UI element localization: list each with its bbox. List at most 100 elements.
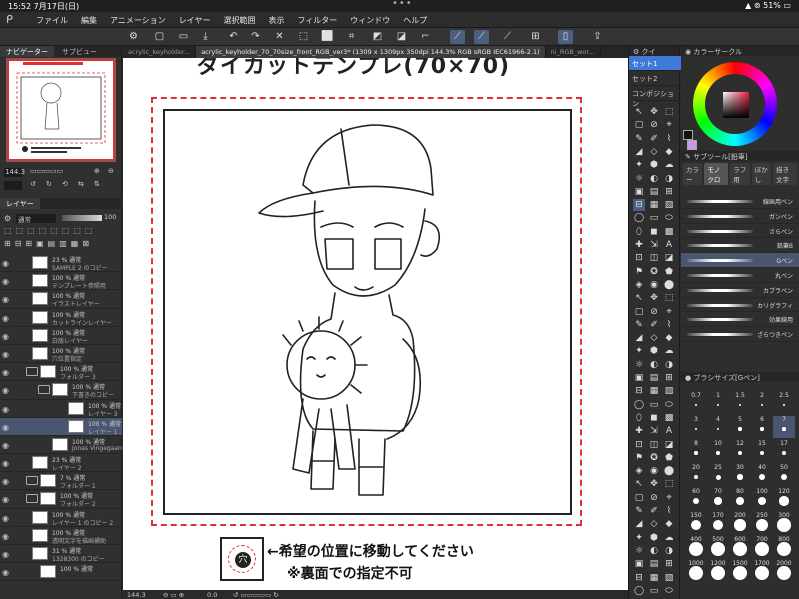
tool-icon[interactable]: ◢ [633, 146, 645, 158]
hand-icon[interactable]: ⊞ [528, 30, 543, 44]
brush-size-cell[interactable]: 1200 [707, 560, 729, 582]
zoom-in-icon[interactable]: ⊕ [94, 167, 100, 175]
brush-size-cell[interactable]: 600 [729, 536, 751, 558]
tool-icon[interactable]: ✚ [633, 239, 645, 251]
visibility-eye-icon[interactable]: ◉ [2, 332, 9, 341]
tool-icon[interactable]: A [663, 425, 675, 437]
menu-item[interactable]: ファイル [36, 15, 68, 26]
tool-icon[interactable]: ◆ [663, 518, 675, 530]
multitask-dots[interactable]: ••• [392, 0, 413, 9]
app-settings-icon[interactable]: ⚙ [126, 30, 141, 44]
layer-row[interactable]: ◉ 100 % 通常 イラストレイヤー [0, 290, 122, 309]
saturation-value-square[interactable] [723, 92, 749, 118]
layer-row[interactable]: ◉ 100 % 通常 [0, 563, 122, 582]
brush-size-cell[interactable]: 12 [729, 440, 751, 462]
tool-icon[interactable]: ✪ [648, 266, 660, 278]
undo-icon[interactable]: ↶ [226, 30, 241, 44]
tool-icon[interactable]: ◇ [648, 518, 660, 530]
tool-icon[interactable]: ◯ [633, 585, 645, 597]
tool-icon[interactable]: ◈ [633, 279, 645, 291]
brush-size-cell[interactable]: 15 [751, 440, 773, 462]
brush-size-cell[interactable]: 6 [751, 416, 773, 438]
brush-row[interactable]: 鉛筆B [681, 238, 799, 254]
hole-position-marker[interactable]: 穴 [220, 537, 264, 581]
tool-icon[interactable]: ◼ [648, 226, 660, 238]
tool-icon[interactable]: ☼ [633, 545, 645, 557]
brush-row[interactable]: 線画用ペン [681, 194, 799, 209]
brush-size-cell[interactable]: 20 [685, 464, 707, 486]
tab-subview[interactable]: サブビュー [56, 46, 103, 57]
rotate-right-icon[interactable]: ↻ [46, 180, 52, 188]
visibility-eye-icon[interactable]: ◉ [2, 386, 9, 395]
angle-field[interactable] [4, 181, 22, 190]
tool-icon[interactable]: ◉ [648, 279, 660, 291]
tool-icon[interactable]: ◐ [648, 359, 660, 371]
tool-icon[interactable]: ▭ [648, 212, 660, 224]
layer-row[interactable]: ◉ 31 % 通常 1328300 のコピー [0, 545, 122, 564]
tool-icon[interactable]: ✎ [633, 505, 645, 517]
tool-icon[interactable]: ⇲ [648, 239, 660, 251]
brush-size-cell[interactable]: 80 [729, 488, 751, 510]
visibility-eye-icon[interactable]: ◉ [2, 423, 9, 432]
tool-icon[interactable]: ⊟ [633, 385, 645, 397]
tool-icon[interactable]: ◇ [648, 332, 660, 344]
tool-icon[interactable]: ◑ [663, 545, 675, 557]
tool-icon[interactable]: ▩ [663, 226, 675, 238]
tool-icon[interactable]: ◑ [663, 359, 675, 371]
tool-icon[interactable]: ◯ [633, 212, 645, 224]
tone-icon[interactable]: ◪ [394, 30, 409, 44]
tool-icon[interactable]: ◼ [648, 412, 660, 424]
tool-icon[interactable]: ⬢ [648, 159, 660, 171]
transform-icon[interactable]: ⬚ [296, 30, 311, 44]
layer-row[interactable]: ◉ 100 % 通常 透明文字を描画補助 [0, 527, 122, 545]
tool-icon[interactable]: ▤ [648, 186, 660, 198]
tool-icon[interactable]: ✥ [648, 106, 660, 118]
status-angle[interactable]: 0.0 [207, 591, 217, 599]
visibility-eye-icon[interactable]: ◉ [2, 459, 9, 468]
brush-size-cell[interactable]: 200 [729, 512, 751, 534]
tool-icon[interactable]: ⊘ [648, 119, 660, 131]
status-rotate-controls[interactable]: ↺ ▭▭▭▭▭ ↻ [233, 591, 279, 599]
brush-size-cell[interactable]: 7 [773, 416, 795, 438]
brush-size-cell[interactable]: 5 [729, 416, 751, 438]
brush-size-cell[interactable]: 8 [685, 440, 707, 462]
visibility-eye-icon[interactable]: ◉ [2, 495, 9, 504]
zoom-field[interactable]: 144.3 [4, 168, 25, 177]
status-zoom-controls[interactable]: ⊖ ▭ ⊕ [163, 591, 184, 599]
tool-icon[interactable]: ◯ [633, 399, 645, 411]
layer-lock-icons[interactable]: ⬚⬚⬚⬚⬚⬚⬚⬚ [4, 226, 96, 235]
tool-icon[interactable]: ▢ [633, 119, 645, 131]
zoom-slider[interactable]: ▭▭▭▭▭ [30, 167, 63, 175]
status-zoom[interactable]: 144.3 [127, 591, 146, 599]
tool-icon[interactable]: ⬟ [663, 452, 675, 464]
tool-icon[interactable]: ◪ [663, 252, 675, 264]
visibility-eye-icon[interactable]: ◉ [2, 314, 9, 323]
brush-size-cell[interactable]: 25 [707, 464, 729, 486]
layer-property-icon[interactable]: ⚙ [4, 214, 11, 223]
clear-icon[interactable]: ✕ [272, 30, 287, 44]
snap-icon[interactable]: ⌐ [418, 30, 433, 44]
tool-icon[interactable]: ⊘ [648, 492, 660, 504]
tool-icon[interactable]: ⬢ [648, 532, 660, 544]
tool-icon[interactable]: ✎ [633, 319, 645, 331]
tool-icon[interactable]: ▭ [648, 585, 660, 597]
tool-icon[interactable]: ◫ [648, 252, 660, 264]
tool-icon[interactable]: ✦ [633, 159, 645, 171]
tool-icon[interactable]: ⬚ [663, 478, 675, 490]
tool-icon[interactable]: ⊞ [663, 558, 675, 570]
tool-icon[interactable]: ▦ [648, 385, 660, 397]
tool-icon[interactable]: ▤ [648, 558, 660, 570]
brush-size-cell[interactable]: 1000 [685, 560, 707, 582]
tool-icon[interactable]: ✐ [648, 133, 660, 145]
visibility-eye-icon[interactable]: ◉ [2, 477, 9, 486]
brush-size-cell[interactable]: 2 [751, 392, 773, 414]
brush-row[interactable]: ガンペン [681, 209, 799, 224]
brush-size-cell[interactable]: 170 [707, 512, 729, 534]
brush-size-cell[interactable]: 800 [773, 536, 795, 558]
visibility-eye-icon[interactable]: ◉ [2, 350, 9, 359]
layer-row[interactable]: ◉ 100 % 通常 フォルダー 3 [0, 363, 122, 382]
tool-icon[interactable]: ⌖ [663, 306, 675, 318]
tool-icon[interactable]: ⊡ [633, 439, 645, 451]
tool-icon[interactable]: ⬢ [648, 345, 660, 357]
brush-size-cell[interactable]: 700 [751, 536, 773, 558]
